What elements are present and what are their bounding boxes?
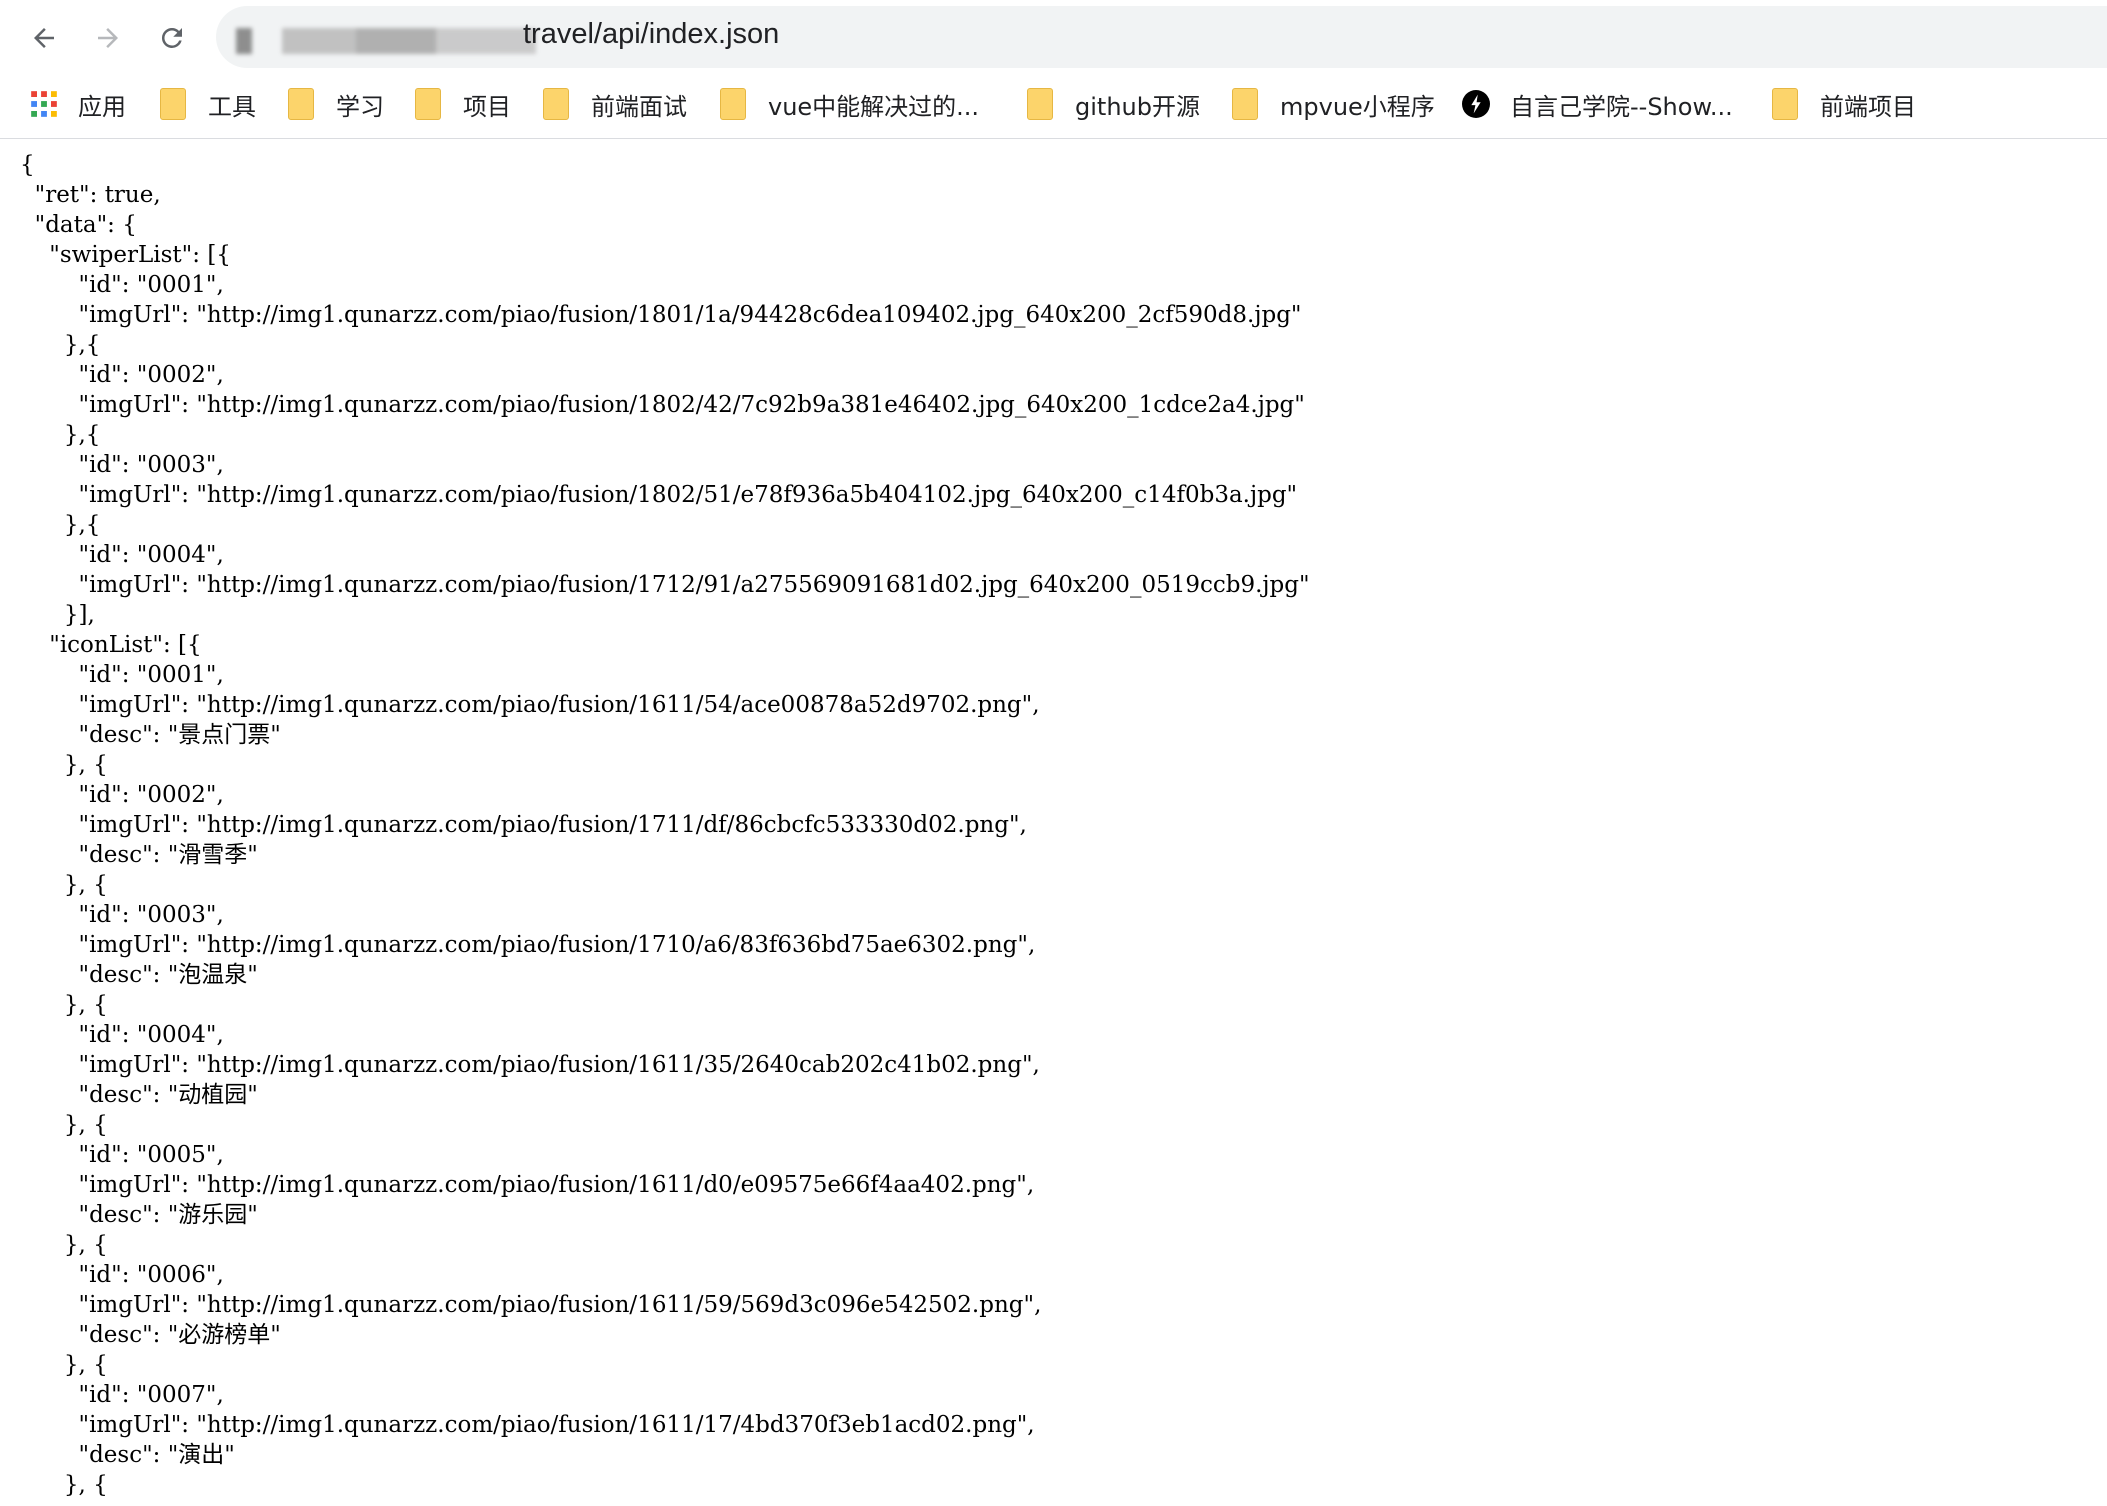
folder-icon bbox=[1232, 88, 1258, 120]
bookmark-folder-tools[interactable]: 工具 bbox=[160, 80, 256, 128]
apps-grid-icon bbox=[31, 91, 57, 117]
folder-icon bbox=[1772, 88, 1798, 120]
bookmarks-bar: 应用 工具 学习 项目 前端面试 vue中能解决过的... github开源 m… bbox=[0, 80, 2107, 128]
bookmark-folder-vue[interactable]: vue中能解决过的... bbox=[720, 80, 979, 128]
forward-button[interactable] bbox=[84, 14, 132, 62]
bookmark-site[interactable]: 自言己学院--Show... bbox=[1462, 80, 1733, 128]
address-bar[interactable]: travel/api/index.json bbox=[216, 6, 2107, 68]
bookmark-folder-interview[interactable]: 前端面试 bbox=[543, 80, 687, 128]
reload-button[interactable] bbox=[148, 14, 196, 62]
bookmark-folder-projects[interactable]: 项目 bbox=[415, 80, 511, 128]
bookmark-label: mpvue小程序 bbox=[1280, 92, 1435, 121]
bookmark-label: 项目 bbox=[463, 92, 511, 121]
url-host-redacted bbox=[236, 28, 536, 54]
bookmark-label: vue中能解决过的... bbox=[768, 92, 980, 121]
arrow-right-icon bbox=[98, 28, 118, 48]
folder-icon bbox=[160, 88, 186, 120]
bookmark-label: 应用 bbox=[78, 92, 126, 121]
page-content: { "ret": true, "data": { "swiperList": [… bbox=[0, 150, 2107, 1506]
folder-icon bbox=[1027, 88, 1053, 120]
bookmark-folder-github[interactable]: github开源 bbox=[1027, 80, 1200, 128]
bookmark-folder-mpvue[interactable]: mpvue小程序 bbox=[1232, 80, 1435, 128]
folder-icon bbox=[543, 88, 569, 120]
bookmark-label: 前端面试 bbox=[591, 92, 687, 121]
bookmark-folder-study[interactable]: 学习 bbox=[288, 80, 384, 128]
back-button[interactable] bbox=[20, 14, 68, 62]
bookmark-folder-frontend-projects[interactable]: 前端项目 bbox=[1772, 80, 1916, 128]
browser-toolbar: travel/api/index.json 应用 工具 学习 项目 前端面试 v… bbox=[0, 0, 2107, 139]
folder-icon bbox=[720, 88, 746, 120]
bookmark-label: 自言己学院--Show... bbox=[1510, 92, 1733, 121]
bookmark-label: 工具 bbox=[208, 92, 256, 121]
bookmark-label: 学习 bbox=[336, 92, 384, 121]
folder-icon bbox=[415, 88, 441, 120]
site-logo-icon bbox=[1462, 90, 1490, 118]
arrow-left-icon bbox=[34, 28, 54, 48]
bookmark-label: 前端项目 bbox=[1820, 92, 1916, 121]
folder-icon bbox=[288, 88, 314, 120]
reload-icon bbox=[161, 27, 182, 48]
bookmark-apps[interactable]: 应用 bbox=[30, 80, 126, 128]
json-response-text: { "ret": true, "data": { "swiperList": [… bbox=[20, 152, 1310, 1498]
bookmark-label: github开源 bbox=[1075, 92, 1200, 121]
url-text: travel/api/index.json bbox=[523, 18, 780, 50]
